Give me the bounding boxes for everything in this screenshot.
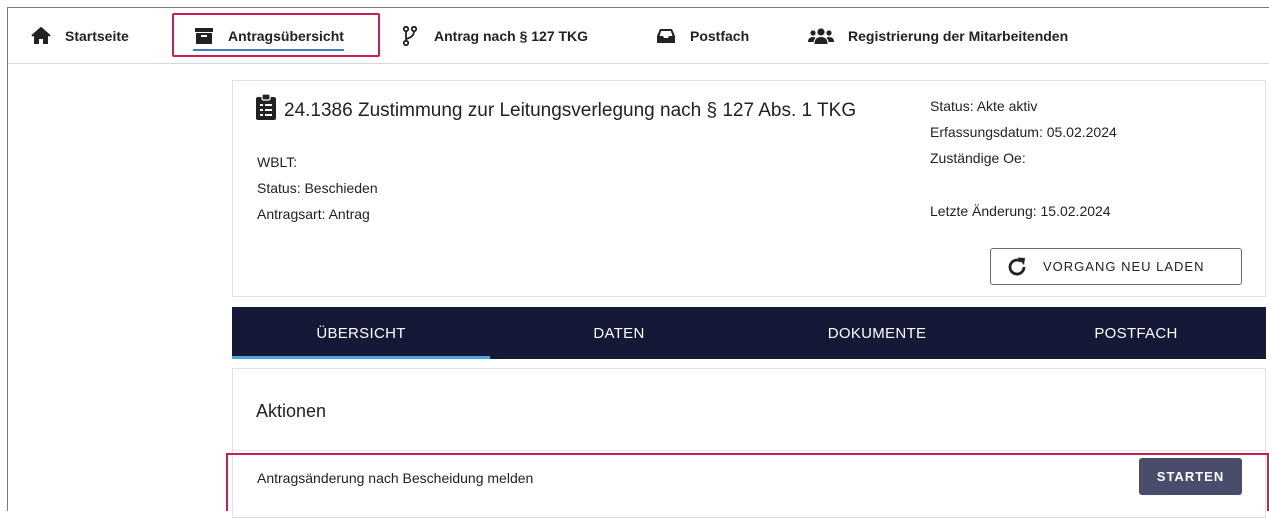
record-antragsart: Antragsart: Antrag bbox=[257, 206, 370, 222]
inbox-icon bbox=[655, 25, 677, 47]
nav-label: Postfach bbox=[690, 28, 750, 44]
reload-icon bbox=[1005, 255, 1029, 279]
tab-dokumente[interactable]: DOKUMENTE bbox=[748, 307, 1006, 359]
reload-label: VORGANG NEU LADEN bbox=[1043, 259, 1205, 274]
divider bbox=[232, 450, 1266, 451]
nav-item-postfach[interactable]: Postfach bbox=[655, 8, 749, 64]
reload-button[interactable]: VORGANG NEU LADEN bbox=[990, 248, 1242, 285]
users-icon bbox=[807, 25, 835, 47]
record-status: Status: Beschieden bbox=[257, 180, 378, 196]
record-title: 24.1386 Zustimmung zur Leitungsverlegung… bbox=[284, 100, 857, 121]
nav-item-registrierung[interactable]: Registrierung der Mitarbeitenden bbox=[807, 8, 1068, 64]
tab-postfach[interactable]: POSTFACH bbox=[1006, 307, 1266, 359]
akte-status: Status: Akte aktiv bbox=[930, 98, 1038, 114]
tab-bar: ÜBERSICHT DATEN DOKUMENTE POSTFACH bbox=[232, 307, 1266, 359]
nav-label: Antrag nach § 127 TKG bbox=[434, 28, 589, 44]
nav-label: Startseite bbox=[65, 28, 129, 44]
actions-title: Aktionen bbox=[256, 401, 327, 421]
zustaendige-oe: Zuständige Oe: bbox=[930, 150, 1026, 166]
nav-label: Registrierung der Mitarbeitenden bbox=[848, 28, 1069, 44]
erfassungsdatum: Erfassungsdatum: 05.02.2024 bbox=[930, 124, 1117, 140]
nav-item-startseite[interactable]: Startseite bbox=[30, 8, 129, 64]
clipboard-list-icon bbox=[256, 93, 276, 120]
highlight-box-action bbox=[226, 453, 1269, 511]
home-icon bbox=[30, 25, 52, 47]
tab-daten[interactable]: DATEN bbox=[490, 307, 748, 359]
nav-item-antrag-127[interactable]: Antrag nach § 127 TKG bbox=[399, 8, 588, 64]
highlight-box-nav bbox=[172, 13, 380, 57]
branch-icon bbox=[399, 25, 421, 47]
wblt-field: WBLT: bbox=[257, 154, 298, 170]
letzte-aenderung: Letzte Änderung: 15.02.2024 bbox=[930, 203, 1111, 219]
tab-uebersicht[interactable]: ÜBERSICHT bbox=[232, 307, 490, 359]
